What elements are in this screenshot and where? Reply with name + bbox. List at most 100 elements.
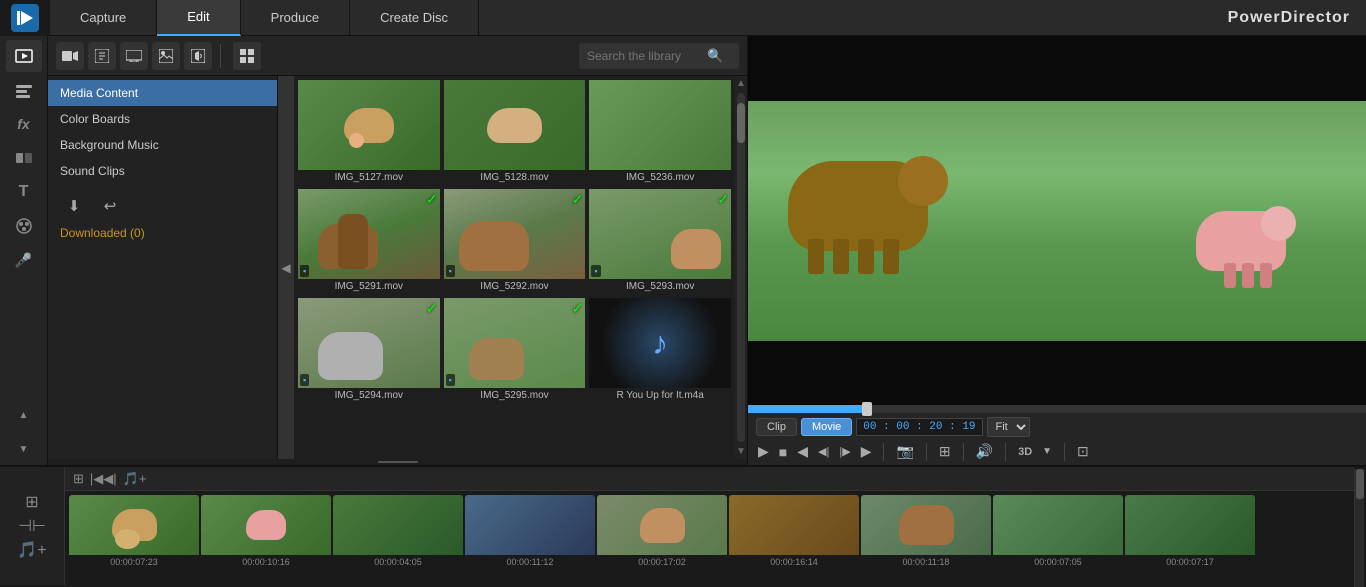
- tool-color[interactable]: [6, 210, 42, 242]
- download-icon-2[interactable]: ↩: [96, 192, 124, 220]
- scroll-up-arrow[interactable]: ▲: [736, 78, 746, 89]
- controls-row2: ▶ ■ ◀ ◀| |▶ ▶ 📷 ⊞ 🔊 3D ▼ ⊡: [756, 441, 1358, 462]
- tool-text[interactable]: T: [6, 176, 42, 208]
- ctrl-separator-4: [1005, 443, 1006, 461]
- fullscreen-button[interactable]: ⊡: [1075, 441, 1091, 462]
- timeline-track-item[interactable]: 00:00:04:05: [333, 495, 463, 575]
- tool-transitions[interactable]: [6, 142, 42, 174]
- grid-scrollbar[interactable]: ▲ ▼: [735, 76, 747, 459]
- media-tb-screen[interactable]: [120, 42, 148, 70]
- timeline-track-item[interactable]: 00:00:07:05: [993, 495, 1123, 575]
- list-item[interactable]: ♪ R You Up for It.m4a: [589, 298, 731, 403]
- track-thumbnail: [69, 495, 199, 555]
- list-item[interactable]: IMG_5236.mov: [589, 80, 731, 185]
- track-thumbnail: [729, 495, 859, 555]
- media-tb-video[interactable]: [56, 42, 84, 70]
- timeline-track-item[interactable]: 00:00:16:14: [729, 495, 859, 575]
- media-tb-audio[interactable]: [184, 42, 212, 70]
- timeline-track-item[interactable]: 00:00:07:23: [69, 495, 199, 575]
- timeline-scrollbar[interactable]: [1354, 467, 1366, 585]
- tab-edit[interactable]: Edit: [157, 0, 240, 36]
- list-item[interactable]: ✓ ▪ IMG_5293.mov: [589, 189, 731, 294]
- timeline-track-item[interactable]: 00:00:17:02: [597, 495, 727, 575]
- timeline-split-icon[interactable]: ⊞: [25, 492, 38, 512]
- timeline-ctrl-1[interactable]: ⊞: [73, 471, 84, 487]
- timeline-track-item[interactable]: 00:00:11:18: [861, 495, 991, 575]
- 3d-dropdown-icon[interactable]: ▼: [1040, 444, 1054, 459]
- sidebar-item-background-music[interactable]: Background Music: [48, 132, 277, 158]
- media-thumbnail: [298, 80, 440, 170]
- list-item[interactable]: ✓ ▪ IMG_5292.mov: [444, 189, 586, 294]
- ctrl-separator: [883, 443, 884, 461]
- list-item[interactable]: IMG_5127.mov: [298, 80, 440, 185]
- main-layout: fx T 🎤 ▲ ▼: [0, 36, 1366, 465]
- panel-collapse[interactable]: ◀: [278, 76, 294, 459]
- subtitles-button[interactable]: ⊞: [937, 441, 953, 462]
- check-badge: ✓: [572, 300, 584, 317]
- app-logo: [0, 0, 50, 36]
- sidebar-item-color-boards[interactable]: Color Boards: [48, 106, 277, 132]
- sidebar-item-media-content[interactable]: Media Content: [48, 80, 277, 106]
- next-button[interactable]: |▶: [837, 443, 852, 460]
- tool-media[interactable]: [6, 40, 42, 72]
- progress-handle[interactable]: [862, 402, 872, 416]
- prev-button[interactable]: ◀|: [816, 443, 831, 460]
- movie-button[interactable]: Movie: [801, 418, 852, 436]
- tool-fx[interactable]: fx: [6, 108, 42, 140]
- downloaded-section: ⬇ ↩ Downloaded (0): [48, 184, 277, 248]
- media-tb-image[interactable]: [152, 42, 180, 70]
- search-bar[interactable]: 🔍: [579, 43, 739, 69]
- scroll-track[interactable]: [737, 93, 745, 442]
- play-button[interactable]: ▶: [756, 441, 771, 462]
- track-thumbnail: [465, 495, 595, 555]
- controls-bar: Clip Movie 00 : 00 : 20 : 19 Fit ▶ ■ ◀ ◀…: [748, 413, 1366, 465]
- list-item[interactable]: ✓ ▪ IMG_5295.mov: [444, 298, 586, 403]
- threed-button[interactable]: 3D: [1016, 444, 1034, 460]
- corner-badge: ▪: [300, 374, 309, 386]
- media-item-name: IMG_5128.mov: [444, 170, 586, 185]
- app-name: PowerDirector: [1228, 9, 1366, 27]
- media-grid: IMG_5127.mov IMG_5128.mov: [298, 80, 731, 407]
- scroll-down-arrow[interactable]: ▼: [736, 446, 746, 457]
- preview-video: [748, 36, 1366, 405]
- stop-button[interactable]: ■: [777, 442, 789, 462]
- media-tb-music[interactable]: [88, 42, 116, 70]
- grid-view-icon[interactable]: [233, 42, 261, 70]
- timeline-add-icon[interactable]: 🎵+: [17, 540, 46, 560]
- volume-button[interactable]: 🔊: [974, 441, 995, 462]
- progress-bar[interactable]: [748, 405, 1366, 413]
- download-icon-1[interactable]: ⬇: [60, 192, 88, 220]
- tab-produce[interactable]: Produce: [241, 0, 350, 36]
- timeline-ctrl-3[interactable]: 🎵+: [123, 471, 147, 487]
- timecode-display: 00 : 00 : 20 : 19: [856, 418, 982, 436]
- tab-create-disc[interactable]: Create Disc: [350, 0, 479, 36]
- timeline-track-item[interactable]: 00:00:07:17: [1125, 495, 1255, 575]
- fit-select[interactable]: Fit: [987, 417, 1030, 437]
- snapshot-button[interactable]: 📷: [894, 441, 915, 462]
- media-item-name: IMG_5127.mov: [298, 170, 440, 185]
- timeline-nav-icon[interactable]: ⊣⊢: [18, 516, 46, 536]
- tool-timeline[interactable]: [6, 74, 42, 106]
- timeline-track-item[interactable]: 00:00:11:12: [465, 495, 595, 575]
- clip-button[interactable]: Clip: [756, 418, 797, 436]
- media-sidebar: Media Content Color Boards Background Mu…: [48, 76, 278, 459]
- track-time: 00:00:11:18: [861, 555, 991, 569]
- drag-handle[interactable]: [48, 459, 747, 465]
- tool-up[interactable]: ▲: [6, 399, 42, 431]
- timeline-ctrl-2[interactable]: |◀◀|: [90, 471, 117, 487]
- corner-badge: ▪: [446, 374, 455, 386]
- next-frame-button[interactable]: ▶: [859, 441, 874, 462]
- tab-capture[interactable]: Capture: [50, 0, 157, 36]
- list-item[interactable]: ✓ ▪ IMG_5294.mov: [298, 298, 440, 403]
- prev-frame-button[interactable]: ◀: [795, 441, 810, 462]
- timeline-track-item[interactable]: 00:00:10:16: [201, 495, 331, 575]
- tool-audio[interactable]: 🎤: [6, 244, 42, 276]
- ctrl-separator-3: [963, 443, 964, 461]
- list-item[interactable]: IMG_5128.mov: [444, 80, 586, 185]
- list-item[interactable]: ✓ ▪ IMG_5291.mov: [298, 189, 440, 294]
- tool-down[interactable]: ▼: [6, 433, 42, 465]
- search-input[interactable]: [587, 49, 707, 63]
- media-toolbar: 🔍: [48, 36, 747, 76]
- media-thumbnail: [589, 80, 731, 170]
- sidebar-item-sound-clips[interactable]: Sound Clips: [48, 158, 277, 184]
